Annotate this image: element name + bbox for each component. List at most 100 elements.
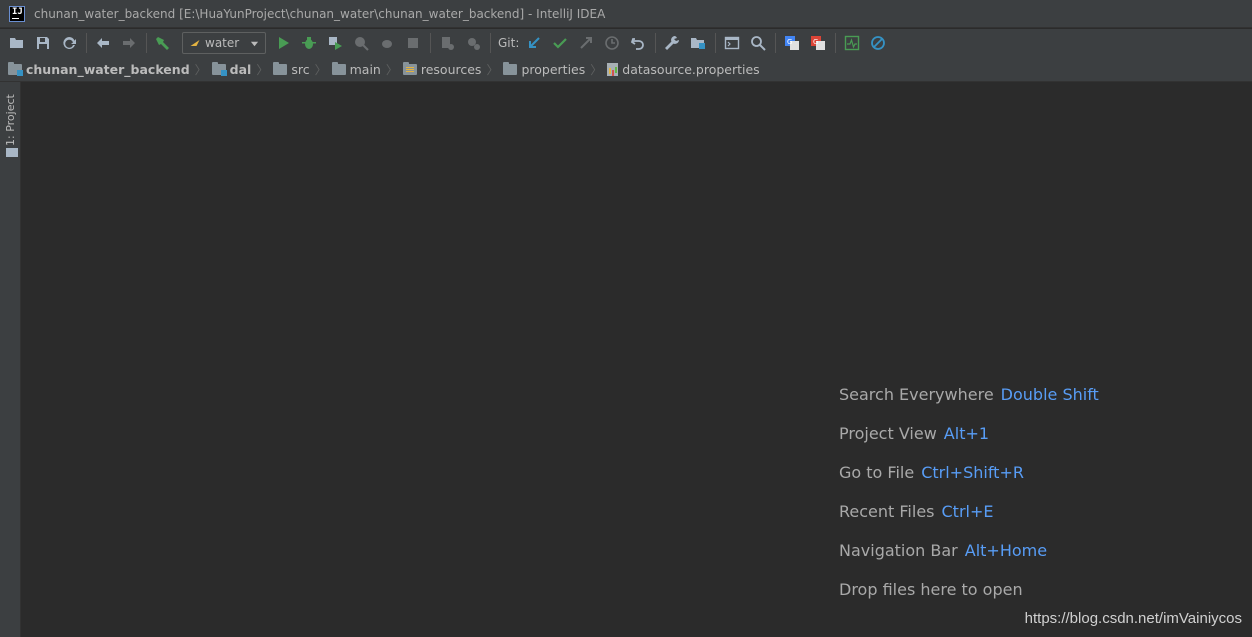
search-icon [751, 36, 767, 51]
module-folder-icon [8, 61, 23, 76]
intellij-logo-icon: IJ [9, 5, 25, 22]
breadcrumb-label: resources [420, 61, 482, 77]
hint-label: Recent Files [839, 502, 935, 521]
hammer-icon [156, 37, 169, 50]
git-label: Git: [498, 36, 520, 50]
breadcrumb-item-resources[interactable]: resources [402, 61, 482, 77]
breadcrumb-label: chunan_water_backend [26, 61, 190, 77]
attach-debugger-button[interactable] [376, 32, 398, 54]
arrow-right-icon [123, 38, 135, 48]
breadcrumb-item-dal[interactable]: dal [211, 61, 251, 77]
settings-button[interactable] [661, 32, 683, 54]
update-running-app-button[interactable] [436, 32, 458, 54]
run-button[interactable] [272, 32, 294, 54]
activity-monitor-button[interactable] [841, 32, 863, 54]
open-folder-button[interactable] [6, 32, 28, 54]
hint-label: Go to File [839, 463, 915, 482]
stop-button[interactable] [402, 32, 424, 54]
gear-db-icon [468, 38, 480, 50]
project-structure-button[interactable] [687, 32, 709, 54]
bug-icon [302, 37, 316, 49]
hint-label: Navigation Bar [839, 541, 958, 560]
breadcrumb-item-project[interactable]: chunan_water_backend [8, 61, 190, 77]
synchronize-button[interactable] [58, 32, 80, 54]
hint-search-everywhere: Search Everywhere Double Shift [839, 385, 1099, 424]
breadcrumb-separator: 〉 [590, 62, 603, 77]
toolbar-separator [146, 33, 147, 53]
breadcrumb-separator: 〉 [194, 62, 207, 77]
main-toolbar: water Git: G G [0, 29, 1252, 57]
breadcrumb-separator: 〉 [314, 62, 327, 77]
git-commit-button[interactable] [549, 32, 571, 54]
spring-boot-icon [190, 40, 200, 46]
hint-shortcut: Ctrl+E [941, 502, 994, 521]
svg-text:G: G [813, 38, 818, 46]
forward-button[interactable] [118, 32, 140, 54]
activity-monitor-icon [845, 35, 860, 51]
breadcrumb-separator: 〉 [385, 62, 398, 77]
search-everywhere-button[interactable] [747, 32, 769, 54]
breadcrumb-item-src[interactable]: src [273, 61, 310, 77]
clock-icon [605, 36, 620, 50]
coverage-icon [329, 37, 342, 50]
run-configuration-select[interactable]: water [182, 32, 266, 54]
update-icon [442, 37, 454, 50]
window-icon [725, 36, 740, 50]
wrench-icon [665, 36, 680, 50]
breadcrumb: chunan_water_backend 〉 dal 〉 src 〉 main … [0, 57, 1252, 82]
breadcrumb-separator: 〉 [486, 62, 499, 77]
svg-text:G: G [787, 38, 792, 46]
arrow-down-left-icon [529, 37, 541, 48]
hint-label: Project View [839, 424, 937, 443]
checkmark-icon [553, 38, 568, 49]
hint-project-view: Project View Alt+1 [839, 424, 1099, 463]
build-project-button[interactable] [152, 32, 174, 54]
disable-button[interactable] [867, 32, 889, 54]
git-history-button[interactable] [601, 32, 623, 54]
toolbar-separator [655, 33, 657, 53]
module-folder-icon [211, 61, 227, 76]
profile-button[interactable] [350, 32, 372, 54]
git-update-button[interactable] [523, 32, 545, 54]
watermark-text: https://blog.csdn.net/imVainiycos [1024, 610, 1242, 627]
breadcrumb-label: src [291, 61, 310, 77]
terminal-button[interactable] [721, 32, 743, 54]
run-with-coverage-button[interactable] [324, 32, 346, 54]
folder-icon [273, 61, 288, 75]
chevron-down-icon [250, 41, 259, 46]
debug-button[interactable] [298, 32, 320, 54]
properties-file-icon [607, 62, 619, 76]
hint-shortcut: Double Shift [1000, 385, 1099, 404]
no-entry-icon [871, 36, 886, 50]
toolbar-separator [835, 33, 837, 53]
breadcrumb-label: datasource.properties [622, 61, 760, 77]
breadcrumb-item-properties[interactable]: properties [503, 61, 585, 77]
git-rollback-button[interactable] [627, 32, 649, 54]
save-all-button[interactable] [32, 32, 54, 54]
hint-shortcut: Ctrl+Shift+R [921, 463, 1024, 482]
database-button[interactable] [462, 32, 484, 54]
toolbar-separator [775, 33, 777, 53]
toolbar-separator [86, 33, 87, 53]
breadcrumb-item-file[interactable]: datasource.properties [607, 61, 760, 77]
folder-icon [331, 61, 346, 75]
toolbar-separator [430, 33, 431, 53]
breadcrumb-separator: 〉 [256, 62, 269, 77]
hint-navigation-bar: Navigation Bar Alt+Home [839, 541, 1099, 580]
hint-recent-files: Recent Files Ctrl+E [839, 502, 1099, 541]
translate-button[interactable]: G [781, 32, 803, 54]
git-push-button[interactable] [575, 32, 597, 54]
folder-open-icon [10, 38, 23, 48]
drop-files-text: Drop files here to open [839, 580, 1023, 599]
project-structure-icon [691, 38, 706, 49]
translate-replace-button[interactable]: G [807, 32, 829, 54]
hint-label: Search Everywhere [839, 385, 994, 404]
profiler-icon [355, 37, 369, 51]
project-tool-window-tab[interactable]: 1: Project [2, 88, 20, 160]
back-button[interactable] [92, 32, 114, 54]
undo-icon [631, 38, 645, 50]
sync-icon [63, 37, 76, 49]
arrow-left-icon [97, 38, 109, 48]
run-configuration-label: water [205, 36, 240, 50]
breadcrumb-item-main[interactable]: main [331, 61, 381, 77]
